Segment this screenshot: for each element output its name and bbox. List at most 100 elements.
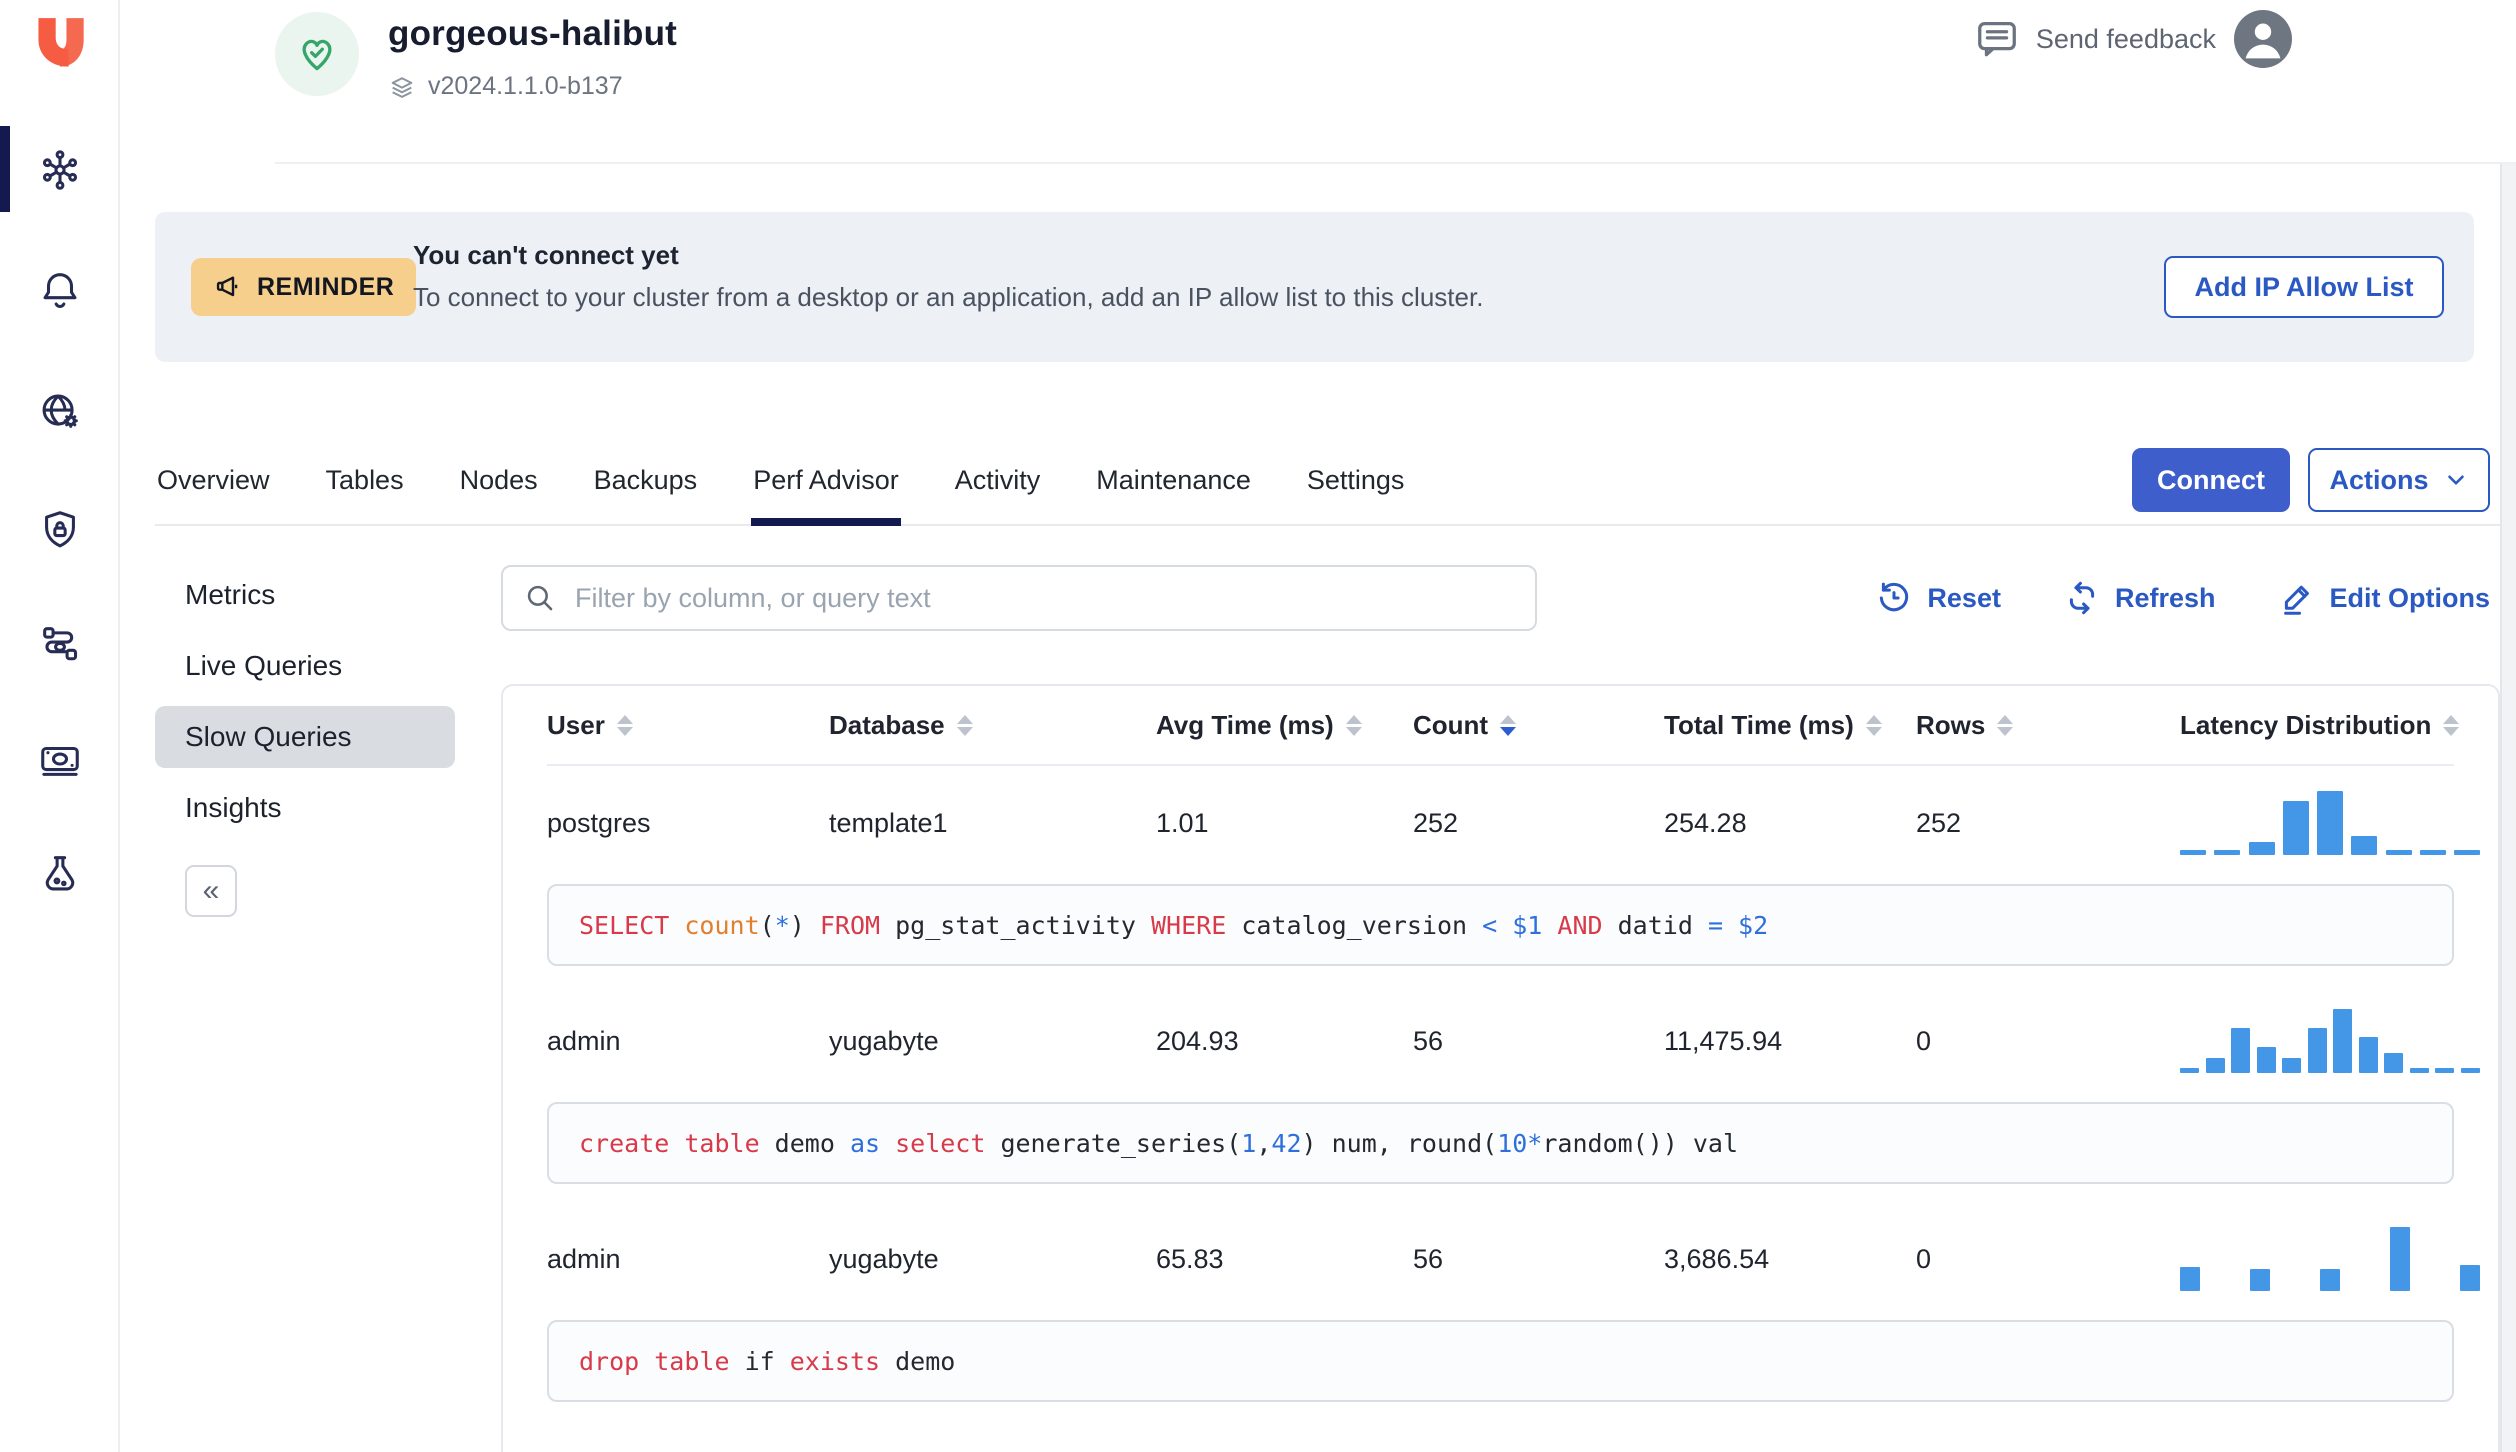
table-header-row: User Database Avg Time (ms) Count Total … bbox=[547, 686, 2460, 766]
column-header-rows[interactable]: Rows bbox=[1916, 710, 2180, 741]
clusters-icon[interactable] bbox=[36, 146, 84, 194]
cell-total-time: 3,686.54 bbox=[1664, 1243, 1770, 1274]
reset-label: Reset bbox=[1927, 582, 2001, 613]
layers-icon bbox=[391, 76, 413, 98]
menu-item-slow-queries[interactable]: Slow Queries bbox=[155, 706, 455, 768]
sql-query: SELECT count(*) FROM pg_stat_activity WH… bbox=[579, 910, 1769, 940]
cluster-tabs: Overview Tables Nodes Backups Perf Advis… bbox=[155, 434, 1406, 526]
filter-input[interactable] bbox=[573, 581, 1515, 615]
latency-histogram bbox=[2180, 791, 2480, 855]
menu-item-live-queries[interactable]: Live Queries bbox=[155, 635, 455, 697]
alerts-bell-icon[interactable] bbox=[36, 266, 84, 314]
reminder-badge-label: REMINDER bbox=[257, 272, 395, 301]
cluster-tabs-row: Overview Tables Nodes Backups Perf Advis… bbox=[155, 396, 2500, 526]
feedback-bubble-icon bbox=[1977, 22, 2016, 57]
column-header-total-time[interactable]: Total Time (ms) bbox=[1664, 710, 1916, 741]
column-header-user[interactable]: User bbox=[547, 710, 829, 741]
sql-query: create table demo as select generate_ser… bbox=[579, 1128, 1739, 1158]
network-globe-gear-icon[interactable] bbox=[36, 388, 84, 436]
actions-label: Actions bbox=[2329, 464, 2429, 495]
column-header-database[interactable]: Database bbox=[829, 710, 1156, 741]
perf-advisor-body: Metrics Live Queries Slow Queries Insigh… bbox=[155, 564, 2500, 1452]
yugabyte-logo-icon[interactable] bbox=[32, 16, 88, 76]
tabs-actions: Connect Actions bbox=[2132, 448, 2490, 512]
megaphone-icon bbox=[216, 276, 238, 297]
reset-button[interactable]: Reset bbox=[1875, 579, 2001, 617]
sort-icon bbox=[956, 714, 973, 736]
cell-avg-time: 1.01 bbox=[1156, 807, 1209, 838]
cell-rows: 0 bbox=[1916, 1243, 1932, 1274]
slow-queries-panel: Reset Refresh Edit Options bbox=[501, 564, 2500, 1452]
cell-user: postgres bbox=[547, 807, 651, 838]
query-text-box[interactable]: SELECT count(*) FROM pg_stat_activity WH… bbox=[547, 884, 2454, 966]
slow-queries-toolbar: Reset Refresh Edit Options bbox=[501, 564, 2500, 632]
cell-count: 56 bbox=[1413, 1025, 1444, 1056]
cell-rows: 252 bbox=[1916, 807, 1962, 838]
sort-icon bbox=[616, 714, 633, 736]
collapse-sidebar-button[interactable]: « bbox=[185, 865, 237, 917]
cell-avg-time: 204.93 bbox=[1156, 1025, 1239, 1056]
page-scrollbar[interactable] bbox=[2500, 164, 2516, 1452]
cell-count: 56 bbox=[1413, 1243, 1444, 1274]
tab-settings[interactable]: Settings bbox=[1305, 434, 1407, 526]
send-feedback-button[interactable]: Send feedback bbox=[1974, 16, 2216, 62]
cluster-name-title: gorgeous-halibut bbox=[388, 14, 678, 53]
toolbar-actions: Reset Refresh Edit Options bbox=[1875, 579, 2500, 617]
filter-input-wrapper bbox=[501, 565, 1537, 631]
banner-title: You can't connect yet bbox=[413, 240, 679, 270]
refresh-icon bbox=[2069, 581, 2095, 615]
latency-histogram bbox=[2180, 1227, 2480, 1291]
cell-user: admin bbox=[547, 1025, 621, 1056]
cell-count: 252 bbox=[1413, 807, 1459, 838]
user-avatar[interactable] bbox=[2234, 10, 2292, 68]
edit-options-button[interactable]: Edit Options bbox=[2278, 579, 2490, 617]
edit-options-label: Edit Options bbox=[2329, 582, 2490, 613]
add-ip-allow-list-button[interactable]: Add IP Allow List bbox=[2164, 256, 2444, 318]
perf-advisor-menu: Metrics Live Queries Slow Queries Insigh… bbox=[155, 564, 455, 1452]
refresh-button[interactable]: Refresh bbox=[2063, 579, 2216, 617]
labs-flask-icon[interactable] bbox=[36, 850, 84, 898]
actions-dropdown-button[interactable]: Actions bbox=[2308, 448, 2490, 512]
tab-perf-advisor[interactable]: Perf Advisor bbox=[751, 434, 901, 526]
table-row[interactable]: postgres template1 1.01 252 254.28 252 bbox=[547, 766, 2480, 880]
cluster-detail-page: gorgeous-halibut v2024.1.1.0-b137 Send f… bbox=[0, 0, 2516, 1452]
refresh-label: Refresh bbox=[2114, 582, 2216, 613]
column-header-avg-time[interactable]: Avg Time (ms) bbox=[1156, 710, 1413, 741]
page-header: gorgeous-halibut v2024.1.1.0-b137 Send f… bbox=[120, 0, 2516, 164]
tab-tables[interactable]: Tables bbox=[324, 434, 406, 526]
security-shield-lock-icon[interactable] bbox=[36, 506, 84, 554]
menu-item-insights[interactable]: Insights bbox=[155, 777, 455, 839]
billing-money-icon[interactable] bbox=[36, 736, 84, 784]
integrations-flow-icon[interactable] bbox=[36, 620, 84, 668]
column-header-latency-distribution[interactable]: Latency Distribution bbox=[2180, 710, 2460, 741]
tab-overview[interactable]: Overview bbox=[155, 434, 272, 526]
query-text-box[interactable]: drop table if exists demo bbox=[547, 1320, 2454, 1402]
menu-item-metrics[interactable]: Metrics bbox=[155, 564, 455, 626]
tab-activity[interactable]: Activity bbox=[953, 434, 1043, 526]
slow-queries-table: User Database Avg Time (ms) Count Total … bbox=[501, 684, 2500, 1452]
cluster-health-icon bbox=[275, 12, 359, 96]
sql-query: drop table if exists demo bbox=[579, 1346, 956, 1376]
tab-maintenance[interactable]: Maintenance bbox=[1094, 434, 1253, 526]
reminder-banner: REMINDER You can't connect yet To connec… bbox=[155, 212, 2474, 362]
connect-button[interactable]: Connect bbox=[2132, 448, 2290, 512]
cell-user: admin bbox=[547, 1243, 621, 1274]
table-row[interactable]: admin yugabyte 65.83 56 3,686.54 0 bbox=[547, 1202, 2480, 1316]
tab-nodes[interactable]: Nodes bbox=[458, 434, 540, 526]
reset-history-icon bbox=[1880, 582, 1909, 612]
tab-backups[interactable]: Backups bbox=[592, 434, 700, 526]
column-header-count[interactable]: Count bbox=[1413, 710, 1664, 741]
sort-icon bbox=[1997, 714, 2014, 736]
query-text-box[interactable]: create table demo as select generate_ser… bbox=[547, 1102, 2454, 1184]
cell-database: yugabyte bbox=[829, 1025, 939, 1056]
sort-icon bbox=[1345, 714, 1362, 736]
content-area: REMINDER You can't connect yet To connec… bbox=[120, 164, 2500, 1452]
latency-histogram bbox=[2180, 1009, 2480, 1073]
reminder-badge: REMINDER bbox=[191, 258, 417, 316]
search-icon bbox=[527, 585, 553, 611]
cell-total-time: 254.28 bbox=[1664, 807, 1747, 838]
sort-icon bbox=[1500, 714, 1517, 736]
send-feedback-label: Send feedback bbox=[2035, 23, 2216, 54]
chevron-down-icon bbox=[2447, 475, 2464, 485]
table-row[interactable]: admin yugabyte 204.93 56 11,475.94 0 bbox=[547, 984, 2480, 1098]
